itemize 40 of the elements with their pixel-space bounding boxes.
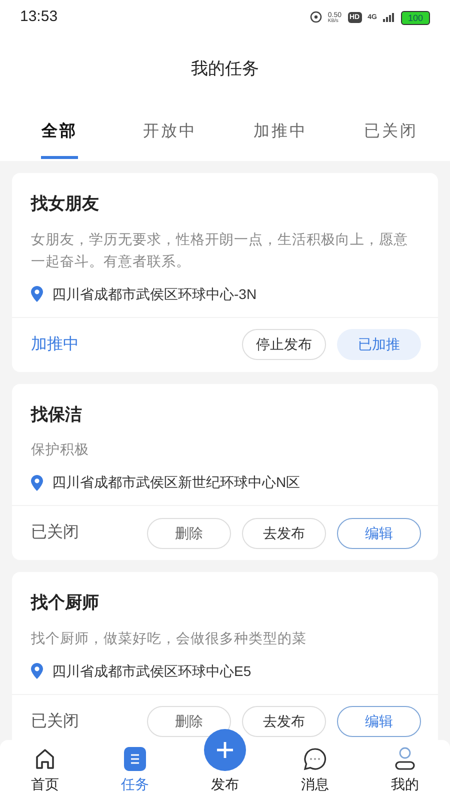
filter-tab[interactable]: 全部 — [4, 103, 114, 161]
location-icon — [310, 11, 322, 24]
page-title: 我的任务 — [191, 58, 259, 80]
signal-icon — [382, 13, 395, 22]
nav-tab[interactable]: 我的 — [391, 740, 419, 800]
filter-tab[interactable]: 已关闭 — [336, 103, 446, 161]
task-action-button[interactable]: 编辑 — [337, 518, 421, 548]
task-description: 女朋友，学历无要求，性格开朗一点，生活积极向上，愿意一起奋斗。有意者联系。 — [31, 230, 409, 270]
task-status: 加推中 — [31, 334, 79, 354]
task-action-button[interactable]: 编辑 — [337, 706, 421, 737]
nav-tab[interactable]: 消息 — [301, 740, 329, 800]
task-location: 四川省成都市武侯区新世纪环球中心N区 — [52, 473, 300, 492]
nav-tab[interactable]: 任务 — [121, 740, 149, 800]
nav-tab[interactable]: 首页 — [31, 740, 59, 800]
task-action-button[interactable]: 停止发布 — [242, 329, 326, 360]
task-description: 找个厨师，做菜好吃，会做很多种类型的菜 — [31, 628, 308, 648]
filter-tab[interactable]: 开放中 — [114, 103, 225, 161]
task-action-button[interactable]: 去发布 — [242, 518, 326, 548]
battery-level: 100 — [400, 10, 430, 24]
task-title: 找保洁 — [31, 404, 83, 426]
location-pin-icon — [31, 286, 43, 302]
task-location: 四川省成都市武侯区环球中心E5 — [52, 662, 252, 680]
task-status: 已关闭 — [31, 712, 79, 732]
task-action-button[interactable]: 已加推 — [337, 329, 421, 360]
task-action-button[interactable]: 删除 — [147, 706, 231, 737]
task-action-button[interactable]: 去发布 — [242, 706, 326, 737]
task-action-button[interactable]: 删除 — [147, 518, 231, 548]
status-time: 13:53 — [20, 7, 58, 28]
task-description: 保护积极 — [31, 440, 90, 459]
person-icon — [394, 747, 416, 771]
task-location: 四川省成都市武侯区环球中心-3N — [52, 284, 257, 304]
home-icon — [33, 747, 57, 771]
chat-bubble-icon — [303, 747, 327, 771]
list-icon — [124, 747, 146, 771]
location-pin-icon — [31, 474, 43, 490]
filter-tab[interactable]: 加推中 — [225, 103, 336, 161]
task-title: 找女朋友 — [31, 193, 100, 215]
task-title: 找个厨师 — [31, 592, 100, 614]
task-status: 已关闭 — [31, 522, 79, 543]
location-pin-icon — [31, 663, 43, 679]
